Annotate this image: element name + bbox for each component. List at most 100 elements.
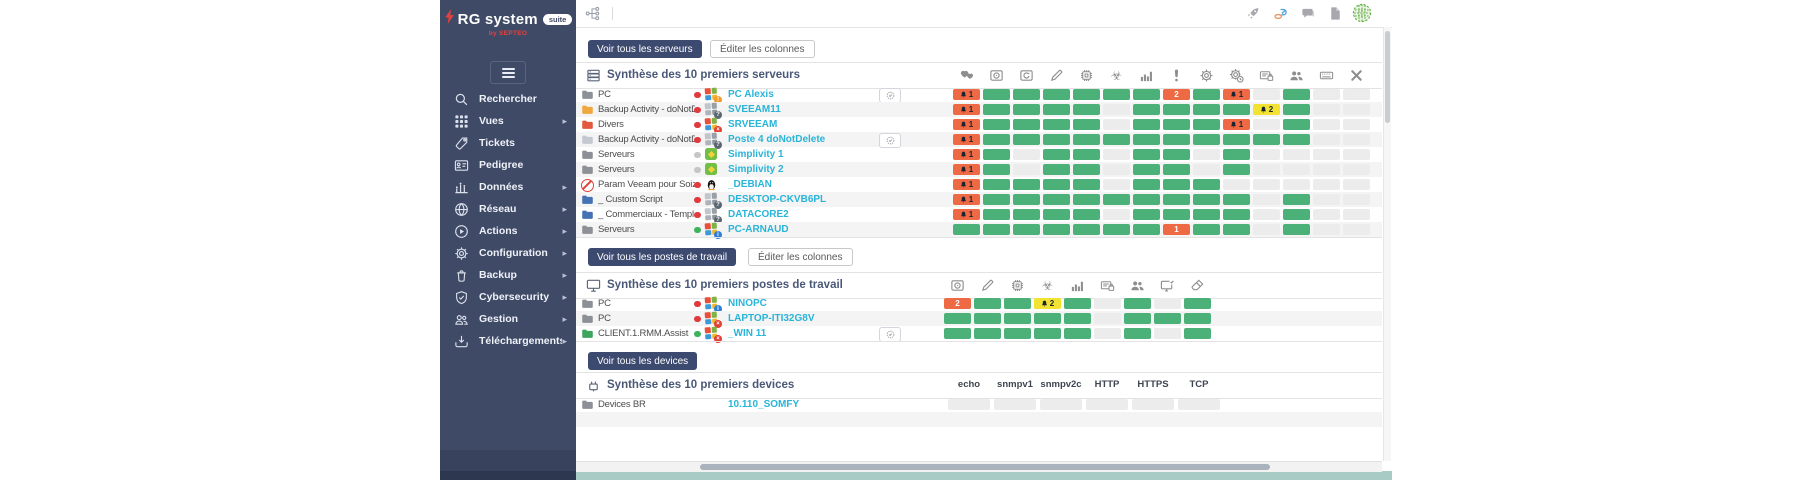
- status-cell[interactable]: [1013, 209, 1040, 220]
- server-link[interactable]: PC Alexis: [728, 87, 774, 102]
- status-cell[interactable]: [944, 313, 971, 324]
- server-view-all-button[interactable]: Voir tous les serveurs: [588, 40, 702, 58]
- status-cell[interactable]: [983, 194, 1010, 205]
- status-cell[interactable]: [1163, 104, 1190, 115]
- status-cell[interactable]: [1154, 313, 1181, 324]
- server-link[interactable]: SRVEEAM: [728, 117, 777, 132]
- status-cell[interactable]: [983, 134, 1010, 145]
- status-cell[interactable]: [1004, 328, 1031, 339]
- status-cell[interactable]: 1: [953, 119, 980, 130]
- server-edit-columns-button[interactable]: Éditer les colonnes: [710, 40, 815, 58]
- policy-check-button[interactable]: [879, 133, 901, 148]
- status-cell[interactable]: [1163, 119, 1190, 130]
- horizontal-scrollbar-thumb[interactable]: [700, 464, 1270, 470]
- status-cell[interactable]: [1043, 179, 1070, 190]
- status-cell[interactable]: [983, 224, 1010, 235]
- status-cell[interactable]: [1184, 313, 1211, 324]
- integrations-icon[interactable]: [1272, 5, 1290, 22]
- device-link[interactable]: 10.110_SOMFY: [728, 397, 799, 412]
- status-cell[interactable]: [1043, 134, 1070, 145]
- workstation-link[interactable]: NINOPC: [728, 296, 767, 311]
- chat-icon[interactable]: [1299, 5, 1317, 22]
- status-cell[interactable]: 1: [1223, 119, 1250, 130]
- status-cell[interactable]: 1: [1163, 224, 1190, 235]
- status-cell[interactable]: 1: [953, 149, 980, 160]
- server-link[interactable]: DESKTOP-CKVB6PL: [728, 192, 826, 207]
- status-cell[interactable]: [1283, 89, 1310, 100]
- server-link[interactable]: _DEBIAN: [728, 177, 772, 192]
- vertical-scrollbar[interactable]: [1383, 27, 1391, 461]
- status-cell[interactable]: [944, 328, 971, 339]
- status-cell[interactable]: [1193, 119, 1220, 130]
- status-cell[interactable]: [1073, 164, 1100, 175]
- status-cell[interactable]: 2: [1253, 104, 1280, 115]
- status-cell[interactable]: [1133, 149, 1160, 160]
- status-cell[interactable]: [1283, 209, 1310, 220]
- status-cell[interactable]: [1133, 224, 1160, 235]
- status-cell[interactable]: [1223, 224, 1250, 235]
- sidebar-item-pedigree[interactable]: Pedigree: [440, 154, 576, 176]
- server-link[interactable]: SVEEAM11: [728, 102, 781, 117]
- status-cell[interactable]: [983, 104, 1010, 115]
- policy-check-button[interactable]: [879, 88, 901, 103]
- status-cell[interactable]: [1163, 209, 1190, 220]
- status-cell[interactable]: 1: [953, 104, 980, 115]
- status-cell[interactable]: [1043, 209, 1070, 220]
- status-cell[interactable]: [1064, 328, 1091, 339]
- workstation-edit-columns-button[interactable]: Éditer les colonnes: [748, 248, 853, 266]
- status-cell[interactable]: [1184, 298, 1211, 309]
- status-cell[interactable]: 1: [953, 164, 980, 175]
- status-cell[interactable]: [1043, 224, 1070, 235]
- status-cell[interactable]: [1193, 89, 1220, 100]
- status-cell[interactable]: [983, 209, 1010, 220]
- status-cell[interactable]: [1163, 149, 1190, 160]
- sidebar-item-r-seau[interactable]: Réseau▸: [440, 198, 576, 220]
- status-cell[interactable]: [1073, 119, 1100, 130]
- workstation-link[interactable]: _WIN 11: [728, 326, 766, 341]
- status-cell[interactable]: [1283, 119, 1310, 130]
- sidebar-item-t-l-chargements[interactable]: Téléchargements▸: [440, 330, 576, 352]
- status-cell[interactable]: [1283, 194, 1310, 205]
- status-cell[interactable]: [1064, 298, 1091, 309]
- status-cell[interactable]: [983, 89, 1010, 100]
- status-cell[interactable]: [1043, 119, 1070, 130]
- server-link[interactable]: PC-ARNAUD: [728, 222, 789, 237]
- status-cell[interactable]: [1073, 89, 1100, 100]
- status-cell[interactable]: [1184, 328, 1211, 339]
- status-cell[interactable]: [1043, 89, 1070, 100]
- status-cell[interactable]: [1223, 104, 1250, 115]
- status-cell[interactable]: [1043, 164, 1070, 175]
- menu-toggle-button[interactable]: [490, 61, 526, 84]
- status-cell[interactable]: [974, 328, 1001, 339]
- status-cell[interactable]: [1223, 209, 1250, 220]
- status-cell[interactable]: [983, 149, 1010, 160]
- status-cell[interactable]: 1: [1223, 89, 1250, 100]
- status-cell[interactable]: 2: [1034, 298, 1061, 309]
- status-cell[interactable]: [1163, 179, 1190, 190]
- status-cell[interactable]: [1034, 313, 1061, 324]
- status-cell[interactable]: [1073, 194, 1100, 205]
- horizontal-scrollbar[interactable]: [576, 461, 1382, 472]
- status-cell[interactable]: [1283, 224, 1310, 235]
- status-cell[interactable]: [1193, 224, 1220, 235]
- status-cell[interactable]: [1064, 313, 1091, 324]
- status-cell[interactable]: [1034, 328, 1061, 339]
- server-link[interactable]: DATACORE2: [728, 207, 789, 222]
- status-cell[interactable]: [1013, 119, 1040, 130]
- status-cell[interactable]: [1043, 149, 1070, 160]
- status-cell[interactable]: [1283, 104, 1310, 115]
- status-cell[interactable]: [1073, 209, 1100, 220]
- status-cell[interactable]: [1013, 104, 1040, 115]
- status-cell[interactable]: [1073, 149, 1100, 160]
- avatar-globe-icon[interactable]: [1352, 3, 1372, 23]
- status-cell[interactable]: [1103, 89, 1130, 100]
- sidebar-item-backup[interactable]: Backup▸: [440, 264, 576, 286]
- status-cell[interactable]: [1013, 134, 1040, 145]
- workstation-link[interactable]: LAPTOP-ITI32G8V: [728, 311, 815, 326]
- server-link[interactable]: Poste 4 doNotDelete: [728, 132, 825, 147]
- status-cell[interactable]: 1: [953, 89, 980, 100]
- policy-check-button[interactable]: [879, 327, 901, 342]
- sidebar-item-vues[interactable]: Vues▸: [440, 110, 576, 132]
- status-cell[interactable]: [1133, 179, 1160, 190]
- status-cell[interactable]: [983, 164, 1010, 175]
